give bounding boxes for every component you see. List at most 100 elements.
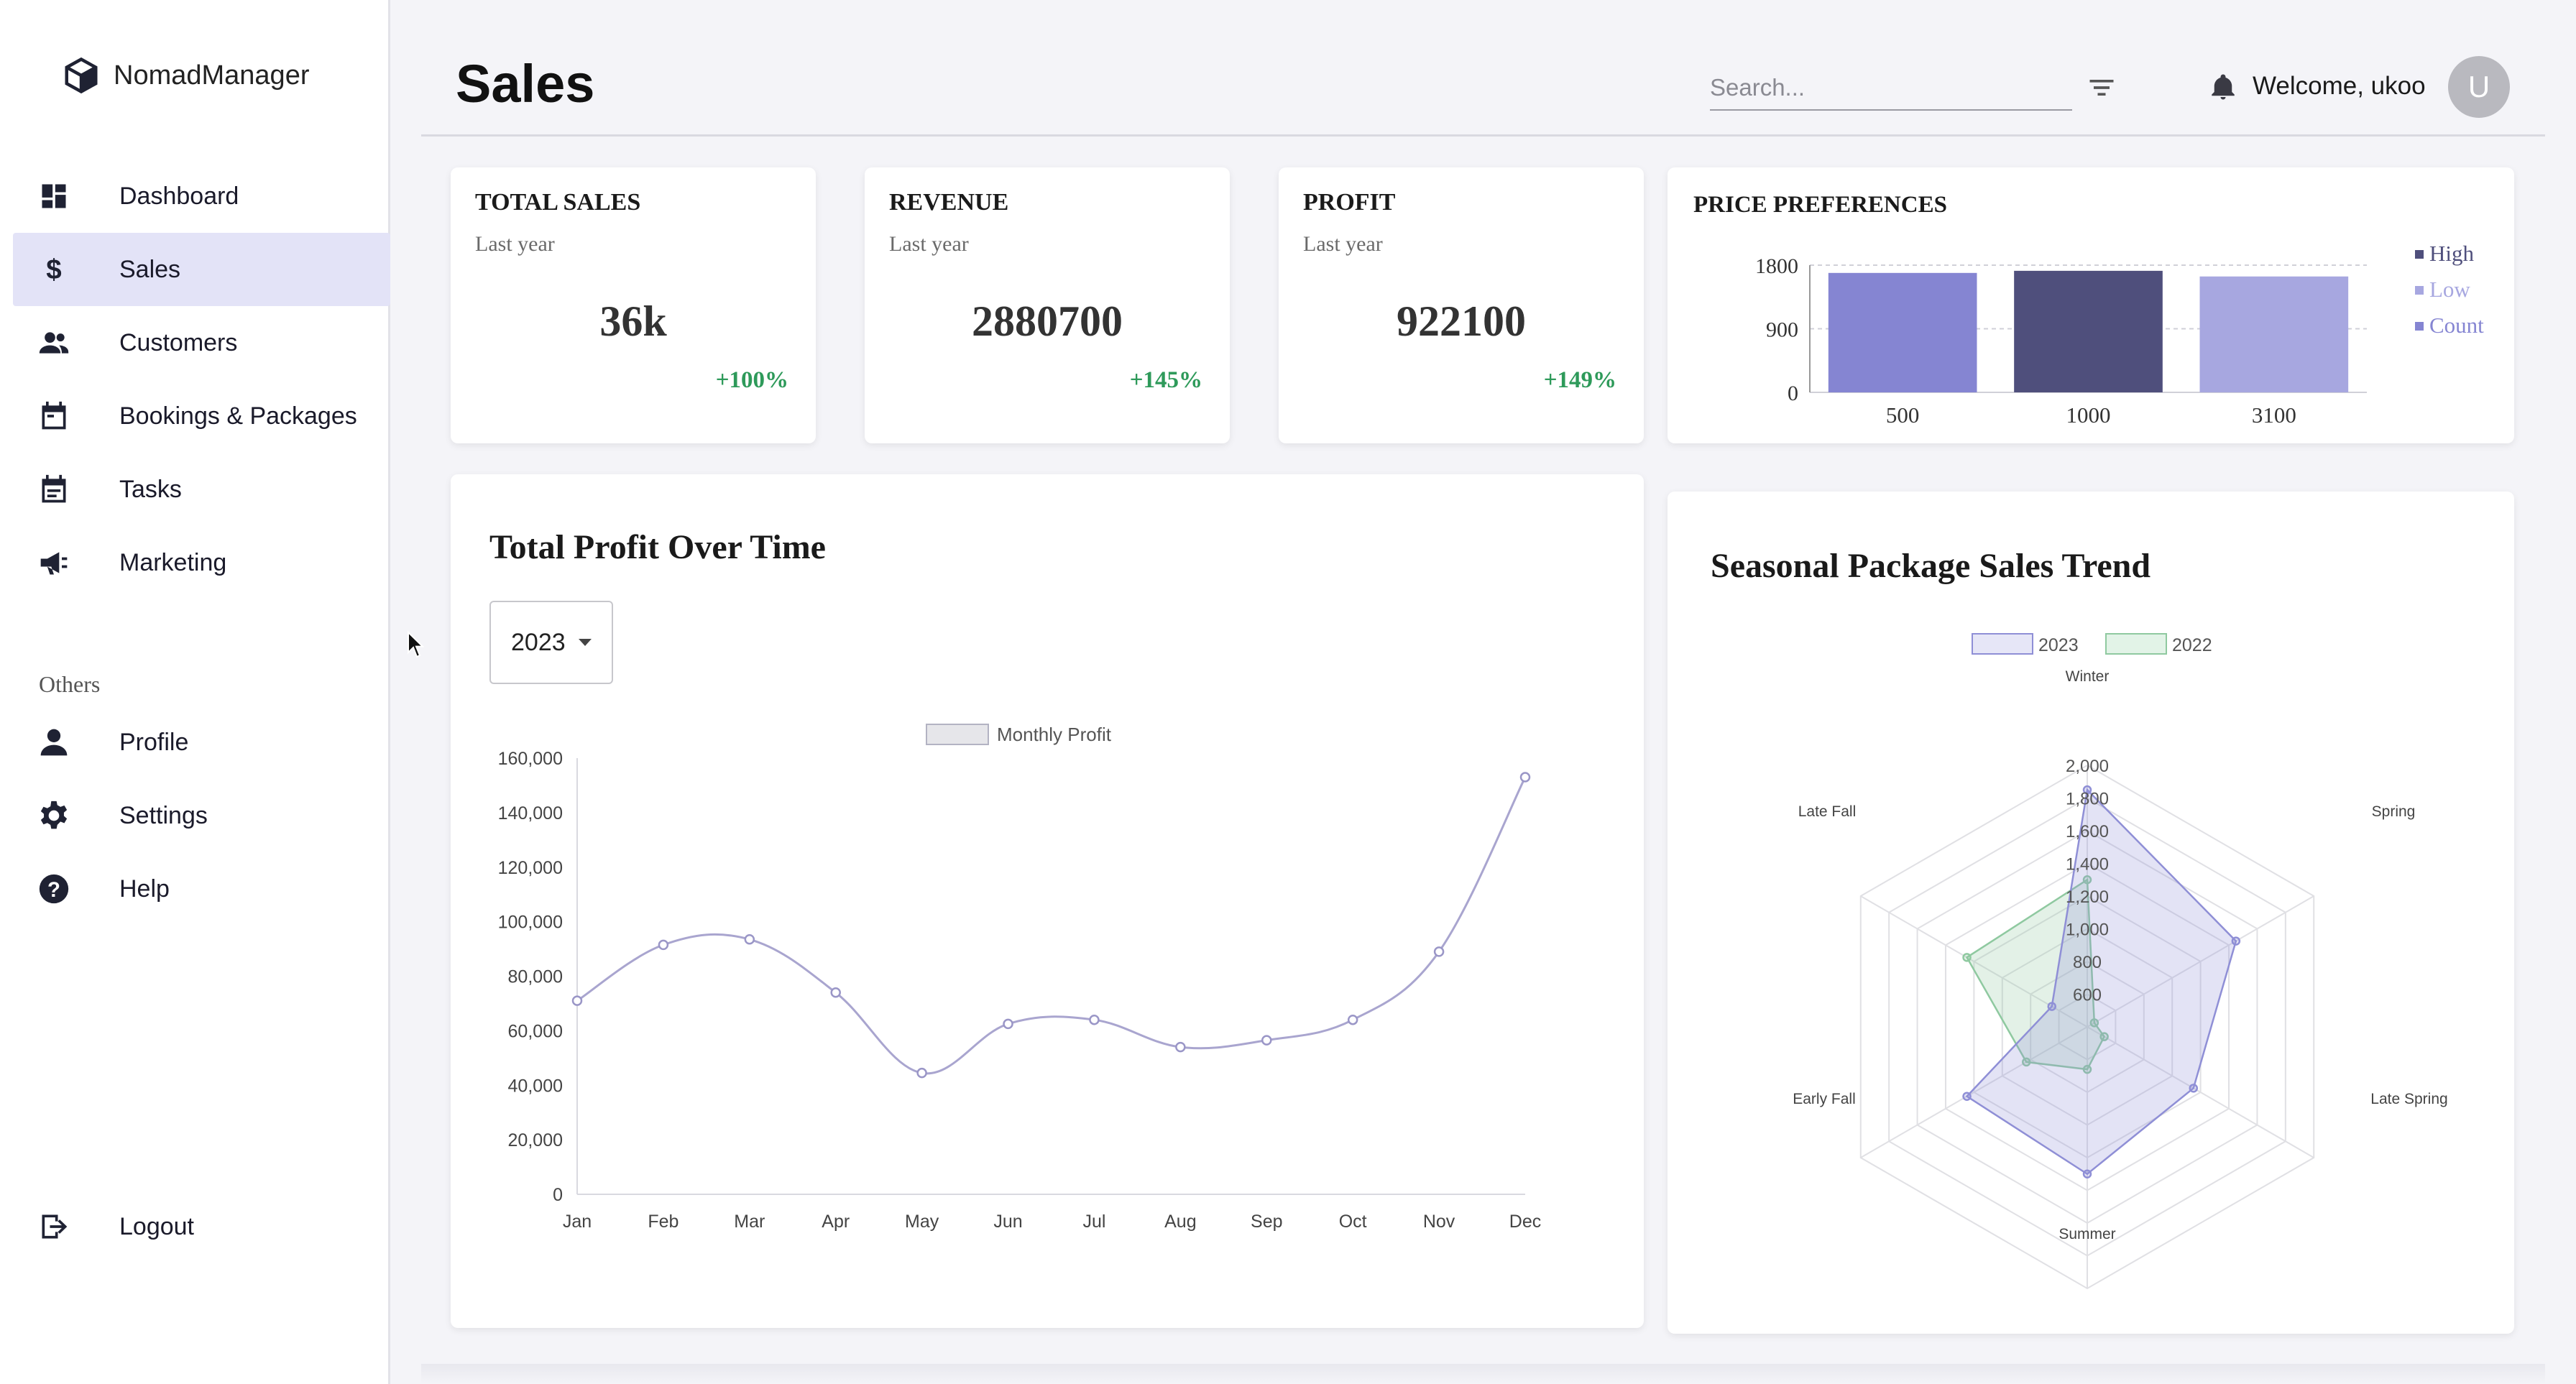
sidebar-item-label: Profile [119, 728, 189, 756]
legend-swatch [2415, 322, 2424, 331]
logout-button[interactable]: Logout [13, 1190, 390, 1263]
x-tick-label: Dec [1509, 1212, 1541, 1232]
scale-tick-label: 600 [2073, 986, 2102, 1005]
scale-tick-label: 2,000 [2066, 757, 2109, 776]
y-tick-label: 140,000 [498, 803, 563, 824]
sidebar-item-dashboard[interactable]: Dashboard [13, 160, 390, 233]
stat-change: +145% [1129, 367, 1202, 393]
data-point [2082, 1169, 2092, 1178]
filter-icon[interactable] [2086, 72, 2117, 103]
data-point [571, 995, 583, 1006]
data-point [1962, 953, 1972, 962]
axis-label: Summer [2058, 1226, 2115, 1242]
header: Sales Welcome, ukoo U [421, 0, 2545, 137]
sidebar-item-marketing[interactable]: Marketing [13, 526, 390, 599]
stat-card-profit: PROFIT Last year 922100 +149% [1279, 167, 1644, 443]
price-preferences-card: PRICE PREFERENCES 0 900 1800 500 1000 3100 Hig… [1668, 167, 2514, 443]
scale-tick-label: 1,400 [2066, 855, 2109, 875]
bell-icon[interactable] [2208, 72, 2238, 102]
sidebar-item-profile[interactable]: Profile [13, 706, 390, 779]
sidebar-item-label: Settings [119, 801, 208, 829]
bar [2014, 270, 2163, 392]
calendar-check-icon [37, 473, 70, 506]
calendar-icon [37, 400, 70, 433]
stat-card-revenue: REVENUE Last year 2880700 +145% [865, 167, 1230, 443]
price-preferences-chart: 0 900 1800 500 1000 3100 High Low Count [1755, 241, 2484, 428]
stat-value: 922100 [1397, 297, 1526, 345]
data-point [2231, 936, 2241, 946]
megaphone-icon [37, 546, 70, 579]
cube-icon [65, 57, 98, 94]
x-tick-label: 1000 [2066, 402, 2111, 428]
stat-change: +149% [1543, 367, 1616, 393]
mouse-cursor-icon [408, 631, 424, 658]
data-point [1003, 1018, 1013, 1030]
stat-subtitle: Last year [1303, 232, 1383, 256]
legend-swatch [2415, 250, 2424, 259]
sidebar-item-label: Marketing [119, 548, 227, 576]
scale-tick-label: 1,200 [2066, 887, 2109, 907]
stat-value: 36k [599, 297, 667, 345]
scale-tick-label: 1,800 [2066, 790, 2109, 809]
legend-label: 2023 [2038, 635, 2079, 655]
scale-tick-label: 1,000 [2066, 921, 2109, 940]
people-icon [37, 326, 70, 359]
axis-label: Winter [2066, 668, 2110, 685]
sidebar-item-help[interactable]: ? Help [13, 852, 390, 926]
data-point [1175, 1041, 1186, 1053]
sidebar-item-tasks[interactable]: Tasks [13, 453, 390, 526]
x-tick-label: May [905, 1212, 939, 1232]
y-tick-label: 0 [1788, 382, 1798, 405]
avatar[interactable]: U [2448, 56, 2510, 118]
axis-label: Late Fall [1798, 803, 1857, 820]
data-point [658, 939, 669, 951]
x-tick-label: 3100 [2252, 402, 2296, 428]
axis-label: Spring [2372, 803, 2416, 820]
stat-title: TOTAL SALES [475, 189, 641, 216]
logout-icon [37, 1210, 70, 1243]
stat-card-total-sales: TOTAL SALES Last year 36k +100% [451, 167, 816, 443]
y-tick-label: 60,000 [508, 1021, 563, 1041]
series-line [576, 776, 1527, 1075]
sidebar-item-sales[interactable]: $ Sales [13, 233, 390, 306]
x-tick-label: Mar [734, 1212, 765, 1232]
y-tick-label: 100,000 [498, 913, 563, 933]
data-point [2189, 1084, 2199, 1093]
search-input[interactable] [1710, 66, 2072, 109]
y-tick-label: 0 [553, 1185, 563, 1205]
y-tick-label: 120,000 [498, 858, 563, 878]
data-point [1519, 772, 1531, 783]
y-tick-label: 900 [1766, 318, 1798, 342]
seasonal-chart-card: Seasonal Package Sales Trend 2023 2022 600… [1668, 492, 2514, 1334]
sidebar-item-label: Bookings & Packages [119, 402, 357, 430]
data-point [916, 1067, 927, 1079]
stat-change: +100% [715, 367, 788, 393]
legend-swatch [2105, 633, 2167, 655]
stat-subtitle: Last year [889, 232, 969, 256]
x-tick-label: Jul [1082, 1212, 1105, 1232]
axis-label: Early Fall [1793, 1091, 1856, 1107]
bar [1828, 272, 1977, 392]
sidebar-item-label: Customers [119, 328, 238, 356]
brand[interactable]: NomadManager [62, 56, 309, 95]
sidebar-item-bookings[interactable]: Bookings & Packages [13, 379, 390, 453]
seasonal-radar-chart: 2023 2022 600 800 1,000 1,200 1,400 1,600 1,800 2… [1793, 633, 2448, 1290]
brand-name: NomadManager [114, 60, 310, 91]
legend-label: Low [2429, 277, 2470, 302]
x-tick-label: Jun [993, 1212, 1022, 1232]
main-nav: Dashboard $ Sales Customers Bookings & P… [13, 160, 390, 599]
stat-subtitle: Last year [475, 232, 555, 256]
sidebar-item-settings[interactable]: Settings [13, 779, 390, 852]
scroll-shadow [421, 1364, 2545, 1384]
y-tick-label: 1800 [1755, 254, 1798, 278]
stat-title: PROFIT [1303, 189, 1396, 216]
sidebar-item-label: Dashboard [119, 182, 239, 210]
profit-line-chart: Monthly Profit 0 20,000 40,000 60,000 80,000 1… [498, 724, 1541, 1232]
x-tick-label: Apr [822, 1212, 850, 1232]
svg-text:?: ? [47, 878, 60, 902]
data-point [2047, 1002, 2056, 1011]
search-box [1710, 66, 2072, 111]
sidebar-item-customers[interactable]: Customers [13, 306, 390, 379]
x-tick-label: Aug [1164, 1212, 1196, 1232]
stat-title: REVENUE [889, 189, 1009, 216]
